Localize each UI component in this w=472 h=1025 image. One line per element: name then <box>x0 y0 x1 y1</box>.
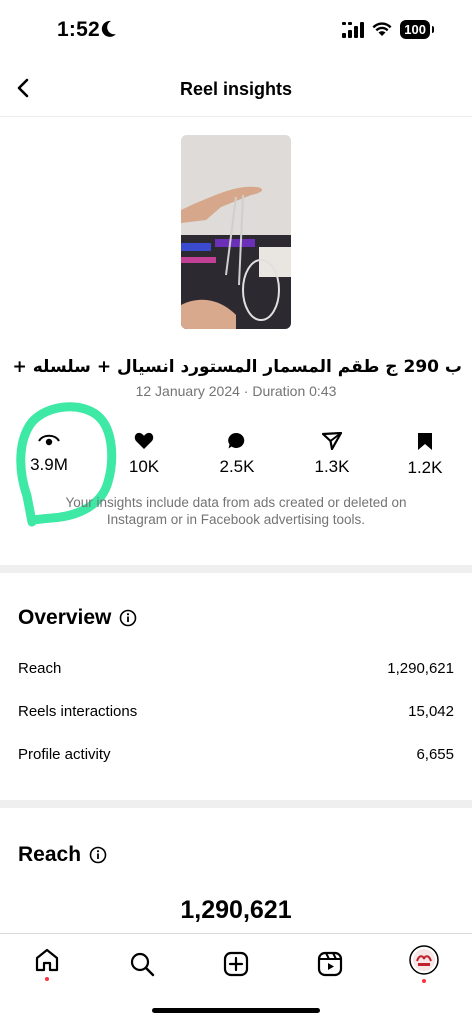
profile-avatar <box>409 945 439 975</box>
overview-row-interactions[interactable]: Reels interactions 15,042 <box>18 703 454 720</box>
reels-icon <box>317 951 343 977</box>
section-divider <box>0 565 472 573</box>
tab-reels[interactable] <box>310 944 350 984</box>
search-icon <box>130 952 155 977</box>
info-icon[interactable] <box>89 846 107 864</box>
overview-row-profile-activity[interactable]: Profile activity 6,655 <box>18 746 454 763</box>
tab-search[interactable] <box>122 944 162 984</box>
tab-create[interactable] <box>216 944 256 984</box>
row-label: Profile activity <box>18 746 111 763</box>
notification-dot <box>45 977 49 981</box>
insights-disclaimer: Your insights include data from ads crea… <box>65 495 407 527</box>
stat-likes: 10K <box>99 432 189 477</box>
reach-title: Reach <box>18 843 82 866</box>
header: Reel insights <box>0 62 472 117</box>
row-label: Reels interactions <box>18 703 138 720</box>
tab-profile[interactable] <box>404 944 444 984</box>
status-icons: 100 <box>342 20 434 39</box>
page-title: Reel insights <box>179 79 293 99</box>
stat-value: 3.9M <box>30 455 68 474</box>
reel-thumbnail[interactable] <box>181 135 291 329</box>
reel-thumbnail-image <box>181 135 291 329</box>
overview-title: Overview <box>18 606 112 629</box>
stats-row: 3.9M 10K 2.5K 1.3K 1.2K <box>0 432 472 482</box>
status-time: 1:52 <box>57 18 100 41</box>
stat-value: 2.5K <box>219 457 255 476</box>
stat-value: 1.2K <box>407 458 443 477</box>
overview-section-title: Overview <box>18 606 137 630</box>
tab-home[interactable] <box>27 944 67 984</box>
info-icon[interactable] <box>119 609 137 627</box>
moon-icon <box>101 20 116 37</box>
stat-shares: 1.3K <box>287 432 377 477</box>
row-value: 1,290,621 <box>387 660 454 677</box>
share-icon <box>322 432 342 450</box>
heart-icon <box>134 432 154 449</box>
overview-row-reach[interactable]: Reach 1,290,621 <box>18 660 454 677</box>
reel-meta: 12 January 2024 · Duration 0:43 <box>135 383 337 399</box>
stat-views: 3.9M <box>4 432 94 475</box>
stat-value: 1.3K <box>314 457 350 476</box>
stat-saves: 1.2K <box>380 432 470 478</box>
reach-section-title: Reach <box>18 843 107 867</box>
eye-icon <box>38 434 60 446</box>
section-divider <box>0 800 472 808</box>
wifi-icon <box>372 22 392 36</box>
bookmark-icon <box>418 433 432 450</box>
stat-comments: 2.5K <box>192 432 282 477</box>
status-bar: 1:52 100 <box>0 0 472 62</box>
notification-dot <box>422 979 426 983</box>
comment-icon <box>228 432 245 449</box>
row-value: 6,655 <box>416 746 454 763</box>
home-icon <box>35 948 59 972</box>
create-icon <box>223 951 249 977</box>
reach-total: 1,290,621 <box>180 896 292 924</box>
reel-caption: ب 290 ج طقم المسمار المستورد انسيال + سل… <box>10 357 462 377</box>
home-indicator <box>152 1008 320 1013</box>
row-value: 15,042 <box>408 703 454 720</box>
battery-indicator: 100 <box>400 20 434 39</box>
row-label: Reach <box>18 660 62 677</box>
stat-value: 10K <box>128 457 160 476</box>
signal-icon <box>342 21 365 38</box>
